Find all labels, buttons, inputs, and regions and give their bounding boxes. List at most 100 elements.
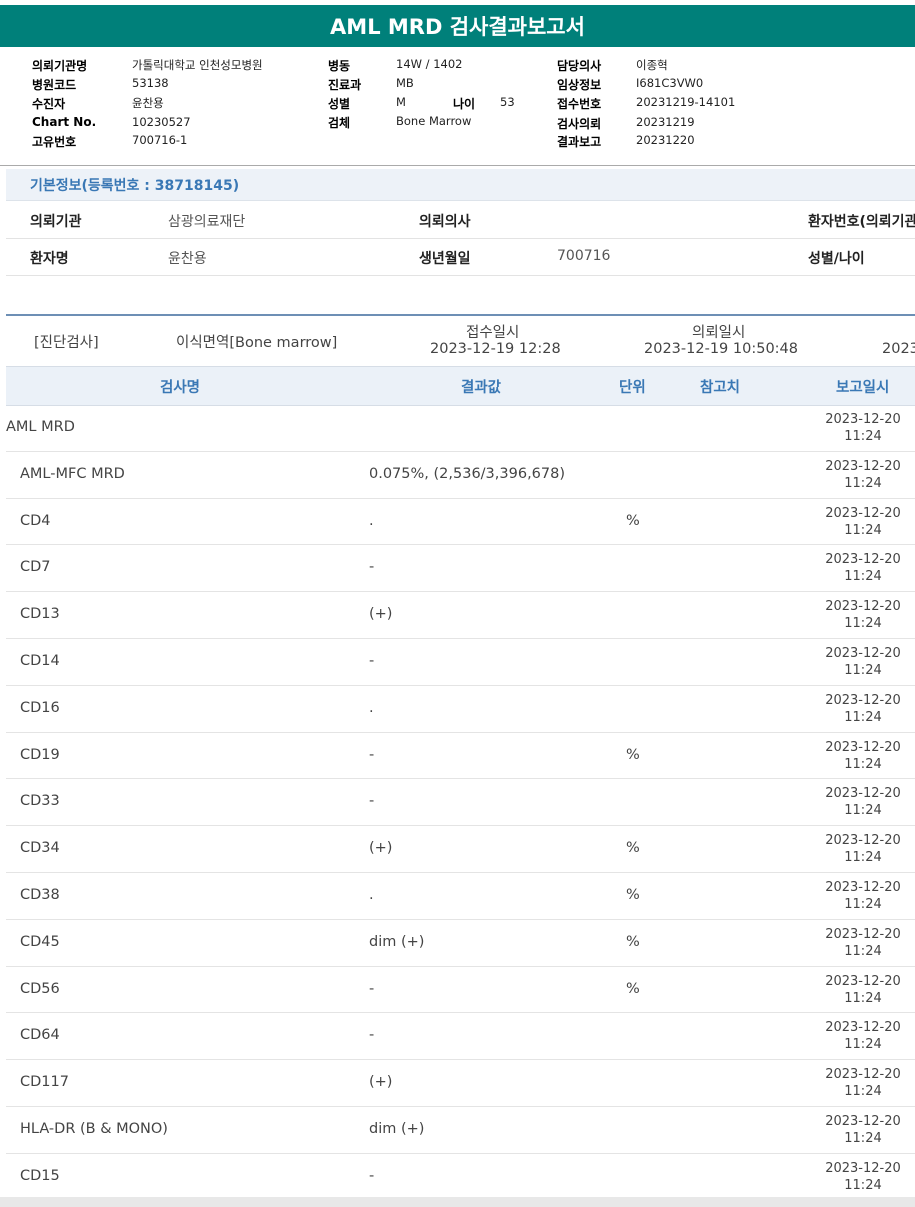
report-date-cell: 2023-12-20 11:24 (825, 1114, 901, 1146)
test-name-cell: CD14 (20, 653, 60, 669)
age-value: 53 (500, 95, 515, 109)
report-date-cell: 2023-12-20 11:24 (825, 646, 901, 678)
unit-cell: % (626, 933, 640, 950)
specimen-name: 이식면역[Bone marrow] (176, 335, 338, 351)
test-name-cell: CD19 (20, 746, 60, 763)
next-date-value: 2023 (882, 341, 915, 357)
result-cell: - (369, 746, 375, 763)
test-name-cell: CD15 (20, 1167, 60, 1184)
column-header-result[interactable]: 결과값 (461, 376, 501, 397)
unit-cell: % (626, 512, 640, 529)
table-row[interactable]: AML MRD 2023-12-20 11:24 (6, 404, 915, 452)
column-header-report-date[interactable]: 보고일시 (836, 376, 889, 397)
table-row[interactable]: CD15 - 2023-12-20 11:24 (6, 1153, 915, 1201)
table-row[interactable]: CD19 -% 2023-12-20 11:24 (6, 732, 915, 780)
table-row[interactable]: CD33 - 2023-12-20 11:24 (6, 778, 915, 827)
column-header-test-name[interactable]: 검사명 (160, 376, 200, 397)
header-label: 병원코드 (32, 78, 77, 92)
horizontal-scrollbar-track[interactable] (0, 1197, 915, 1207)
report-date-cell: 2023-12-20 11:24 (825, 833, 901, 866)
header-value: M (396, 95, 406, 109)
table-row[interactable]: CD14 - 2023-12-20 11:24 (6, 638, 915, 686)
table-row[interactable]: AML-MFC MRD 0.075%, (2,536/3,396,678) 2023… (6, 451, 915, 499)
unit-cell: % (626, 746, 640, 763)
specimen-info: [진단검사] 이식면역[Bone marrow] 접수일시 2023-12-19… (6, 314, 915, 368)
header-label: 결과보고 (557, 135, 602, 149)
report-date-cell: 2023-12-20 11:24 (825, 505, 901, 538)
result-cell: - (369, 559, 375, 576)
header-label: 성별 (328, 97, 351, 111)
result-cell: - (369, 1027, 375, 1044)
report-header-info: 의뢰기관명 가톨릭대학교 인천성모병원 병원코드 53138 수진자 윤찬용 C… (0, 47, 915, 166)
test-name-cell: CD7 (20, 559, 51, 576)
sex-age-label: 성별/나이 (808, 251, 865, 267)
requested-label: 의뢰일시 (692, 325, 746, 341)
header-label: 병동 (328, 59, 351, 73)
institution-value: 삼광의료재단 (168, 214, 246, 230)
specimen-category: [진단검사] (34, 335, 99, 351)
report-date-cell: 2023-12-20 11:24 (825, 599, 901, 632)
result-cell: dim (+) (369, 933, 425, 950)
basic-info-heading-bar: 기본정보(등록번호 : 38718145) (6, 169, 915, 201)
header-value: 10230527 (132, 115, 191, 129)
patient-name-label: 환자명 (30, 251, 69, 267)
header-label: 의뢰기관명 (32, 59, 88, 73)
report-date-cell: 2023-12-20 11:24 (825, 458, 901, 491)
table-row[interactable]: CD38.% 2023-12-20 11:24 (6, 872, 915, 920)
header-label: 임상정보 (557, 78, 602, 92)
unit-cell: % (626, 980, 640, 997)
results-grid-header: 검사명 결과값 단위 참고치 보고일시 (6, 366, 915, 406)
header-label: 검사의뢰 (557, 117, 602, 131)
table-row[interactable]: CD7 - 2023-12-20 11:24 (6, 544, 915, 593)
result-cell: . (369, 512, 374, 529)
header-label: 검체 (328, 116, 351, 130)
patient-name-value: 윤찬용 (168, 251, 207, 267)
table-row[interactable]: CD64 - 2023-12-20 11:24 (6, 1012, 915, 1061)
header-label: 수진자 (32, 97, 66, 111)
header-value: 20231219 (636, 115, 695, 129)
header-label: 고유번호 (32, 135, 77, 149)
unit-cell: % (626, 887, 640, 903)
table-row[interactable]: CD4.% 2023-12-20 11:24 (6, 498, 915, 546)
header-value: 20231219-14101 (636, 95, 736, 109)
header-value: 53138 (132, 76, 169, 90)
test-name-cell: CD33 (20, 793, 60, 810)
basic-info-heading: 기본정보(등록번호 : 38718145) (30, 178, 240, 194)
test-name-cell: CD38 (20, 887, 60, 903)
result-cell: - (369, 793, 375, 810)
table-row[interactable]: CD117 (+) 2023-12-20 11:24 (6, 1059, 915, 1107)
table-row[interactable]: HLA-DR (B & MONO) dim (+) 2023-12-20 11:24 (6, 1106, 915, 1154)
header-label: Chart No. (32, 115, 97, 129)
test-name-cell: AML MRD (6, 419, 75, 435)
report-date-cell: 2023-12-20 11:24 (825, 1160, 901, 1193)
report-date-cell: 2023-12-20 11:24 (825, 973, 901, 1006)
requested-value: 2023-12-19 10:50:48 (644, 341, 798, 357)
header-value: 700716-1 (132, 133, 188, 147)
report-date-cell: 2023-12-20 11:24 (825, 739, 901, 772)
doctor-label: 의뢰의사 (419, 214, 471, 230)
header-value: 이종혁 (636, 58, 668, 72)
table-row[interactable]: CD34 (+)% 2023-12-20 11:24 (6, 825, 915, 873)
table-row[interactable]: CD56 -% 2023-12-20 11:24 (6, 966, 915, 1014)
test-name-cell: CD13 (20, 606, 60, 623)
header-value: 20231220 (636, 133, 695, 147)
birth-value: 700716 (557, 248, 611, 264)
table-row[interactable]: CD13 (+) 2023-12-20 11:24 (6, 591, 915, 639)
report-date-cell: 2023-12-20 11:24 (825, 880, 901, 912)
result-cell: (+) (369, 840, 393, 857)
header-value: 윤찬용 (132, 96, 164, 110)
table-row[interactable]: CD45 dim (+)% 2023-12-20 11:24 (6, 919, 915, 967)
column-header-unit[interactable]: 단위 (619, 376, 646, 397)
report-date-cell: 2023-12-20 11:24 (825, 926, 901, 959)
table-row[interactable]: CD16. 2023-12-20 11:24 (6, 685, 915, 733)
result-cell: 0.075%, (2,536/3,396,678) (369, 465, 566, 482)
result-cell: (+) (369, 606, 393, 623)
received-label: 접수일시 (466, 325, 520, 341)
result-cell: (+) (369, 1074, 393, 1091)
result-cell: . (369, 699, 374, 716)
test-name-cell: HLA-DR (B & MONO) (20, 1121, 168, 1137)
header-label: 담당의사 (557, 59, 602, 73)
report-date-cell: 2023-12-20 11:24 (825, 1020, 901, 1053)
test-name-cell: CD16 (20, 699, 60, 716)
column-header-reference[interactable]: 참고치 (700, 376, 740, 397)
